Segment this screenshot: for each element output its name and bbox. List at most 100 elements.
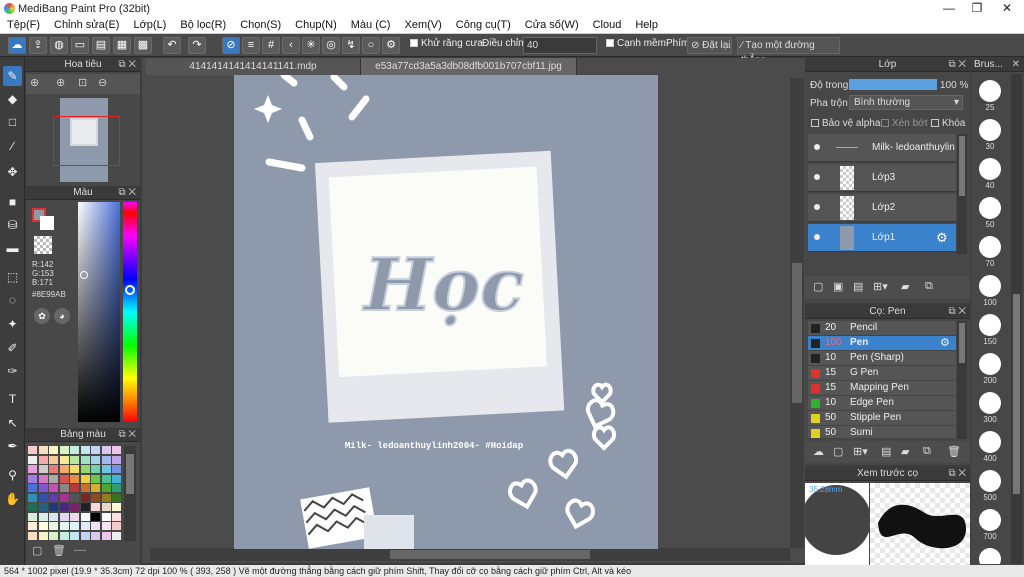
brush-size-item[interactable]: 700	[975, 509, 1005, 541]
layer-row-selected[interactable]: Lớp1 ⚙	[808, 224, 956, 252]
grid-icon[interactable]: ▦	[113, 37, 131, 54]
layer-row[interactable]: Milk- ledoanthuylin	[808, 134, 956, 162]
menu-filter[interactable]: Bộ lọc(R)	[173, 19, 233, 31]
palette-swatch[interactable]	[101, 522, 111, 530]
menu-help[interactable]: Help	[628, 19, 665, 31]
menu-file[interactable]: Tệp(F)	[0, 19, 47, 31]
palette-swatch[interactable]	[70, 503, 79, 511]
text-tool-icon[interactable]: T	[3, 389, 22, 409]
palette-swatch[interactable]	[28, 503, 37, 511]
new-brush-icon[interactable]: ▢	[833, 445, 843, 458]
palette-swatch[interactable]	[70, 455, 79, 464]
palette-swatch[interactable]	[112, 455, 121, 464]
sv-picker-handle[interactable]	[80, 271, 88, 279]
eye-icon[interactable]	[814, 204, 820, 210]
palette-swatch[interactable]	[101, 493, 111, 502]
menu-snap[interactable]: Chụp(N)	[288, 19, 344, 31]
panel-menu-icon[interactable]: ⧉ ✕	[118, 428, 136, 442]
palette-swatch[interactable]	[38, 531, 48, 540]
palette-swatch[interactable]	[70, 522, 79, 530]
gear-icon[interactable]: ⚙	[936, 230, 948, 246]
palette-swatch[interactable]	[80, 455, 90, 464]
palette-swatch[interactable]	[49, 484, 58, 492]
hue-slider[interactable]	[123, 202, 137, 422]
palette-swatch[interactable]	[49, 531, 58, 540]
blend-select[interactable]: Bình thường ▾	[849, 95, 963, 110]
color-history-icon[interactable]: ◕	[54, 308, 70, 324]
palette-swatch[interactable]	[49, 512, 58, 521]
brush-item[interactable]: 15 G Pen	[808, 366, 956, 381]
folder-icon[interactable]: ▰	[901, 280, 909, 293]
brush-size-item[interactable]: 30	[975, 119, 1005, 151]
shape-fill-icon[interactable]: ■	[3, 192, 22, 212]
zoom-icon[interactable]: ⊕	[30, 76, 39, 89]
straight-line-button[interactable]: ∕ Tạo một đường thẳng	[737, 37, 840, 66]
palette-swatch[interactable]	[49, 474, 58, 483]
palette-swatch[interactable]	[101, 503, 111, 511]
brush-size-item[interactable]: 300	[975, 392, 1005, 424]
palette-swatch[interactable]	[91, 455, 100, 464]
palette-swatch[interactable]	[38, 446, 48, 454]
palette-swatch[interactable]	[70, 474, 79, 483]
brush-item[interactable]: 10 Edge Pen	[808, 396, 956, 411]
artwork-canvas[interactable]: Học Milk- ledoanthuylinh2004- #Hoidap	[234, 75, 658, 549]
move-tool-icon[interactable]: ✥	[3, 162, 22, 182]
palette-swatch[interactable]	[91, 503, 100, 511]
palette-swatch[interactable]	[112, 465, 121, 473]
palette-swatch[interactable]	[80, 512, 90, 521]
layer-scrollbar[interactable]	[957, 134, 967, 254]
brush-settings-icon[interactable]: ▤	[881, 445, 891, 458]
palette-swatch[interactable]	[28, 455, 37, 464]
palette-swatch[interactable]	[91, 512, 100, 521]
panel-menu-icon[interactable]: ⧉ ✕	[948, 58, 966, 72]
menu-window[interactable]: Cửa số(W)	[518, 19, 586, 31]
menu-select[interactable]: Chọn(S)	[233, 19, 288, 31]
panel-menu-icon[interactable]: ⧉ ✕	[948, 305, 966, 319]
palette-swatch[interactable]	[59, 531, 69, 540]
palette-swatch[interactable]	[112, 512, 121, 521]
panel-menu-icon[interactable]: ⧉ ✕	[118, 186, 136, 200]
transparent-swatch[interactable]	[34, 236, 52, 254]
palette-swatch[interactable]	[112, 522, 121, 530]
cloud-brush-icon[interactable]: ☁	[813, 445, 824, 458]
brush-size-item[interactable]: 70	[975, 236, 1005, 268]
tab-jpg-file[interactable]: e53a77cd3a5a3db08dfb001b707cbf11.jpg	[361, 58, 577, 75]
eye-icon[interactable]	[814, 234, 820, 240]
palette-swatch[interactable]	[28, 512, 37, 521]
adjust-input[interactable]: 40	[523, 37, 597, 54]
select-pen-icon[interactable]: ✐	[3, 338, 22, 358]
divide-tool-icon[interactable]: ✒	[3, 436, 22, 456]
dot-tool-icon[interactable]: ∕	[3, 136, 22, 156]
concentric-snap-icon[interactable]: ◎	[322, 37, 340, 54]
palette-swatch[interactable]	[70, 465, 79, 473]
palette-swatch[interactable]	[38, 465, 48, 473]
palette-swatch[interactable]	[101, 484, 111, 492]
brush-scrollbar[interactable]	[957, 321, 967, 439]
eye-icon[interactable]	[814, 144, 820, 150]
palette-swatch[interactable]	[49, 503, 58, 511]
palette-swatch[interactable]	[28, 484, 37, 492]
palette-swatch[interactable]	[80, 465, 90, 473]
palette-swatch[interactable]	[80, 493, 90, 502]
palette-swatch[interactable]	[28, 446, 37, 454]
eraser-tool-icon[interactable]: ◆	[3, 89, 22, 109]
palette-swatch[interactable]	[38, 493, 48, 502]
protect-alpha-checkbox[interactable]: Bảo vệ alpha	[811, 118, 880, 129]
close-button[interactable]: ✕	[992, 0, 1022, 17]
brush-item[interactable]: 10 Pen (Sharp)	[808, 351, 956, 366]
tiles-icon[interactable]: ▩	[134, 37, 152, 54]
lock-checkbox[interactable]: Khóa	[931, 118, 965, 129]
palette-swatch[interactable]	[112, 484, 121, 492]
palette-swatch[interactable]	[101, 446, 111, 454]
palette-swatch[interactable]	[91, 484, 100, 492]
folder-icon[interactable]: ▰	[901, 445, 909, 458]
delete-swatch-icon[interactable]: 🗑	[52, 544, 66, 557]
palette-swatch[interactable]	[70, 512, 79, 521]
palette-swatch[interactable]	[59, 455, 69, 464]
comment-icon[interactable]: ◍	[50, 37, 68, 54]
brush-size-item[interactable]: 100	[975, 275, 1005, 307]
maximize-button[interactable]: ❐	[962, 0, 992, 17]
clip-checkbox[interactable]: Xén bớt	[881, 118, 927, 129]
palette-swatch[interactable]	[80, 474, 90, 483]
palette-swatch[interactable]	[112, 503, 121, 511]
